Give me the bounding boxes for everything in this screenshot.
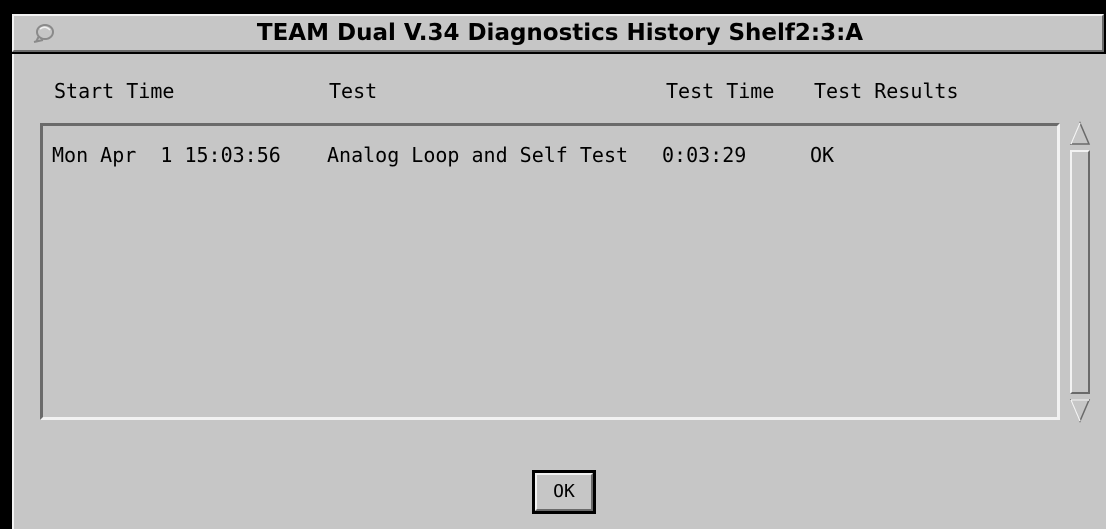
ok-button-default-frame: OK [532,470,596,514]
list-item[interactable]: Mon Apr 1 15:03:56 Analog Loop and Self … [43,142,1053,168]
column-header-test: Test [329,79,378,103]
history-list[interactable]: Mon Apr 1 15:03:56 Analog Loop and Self … [40,123,1060,420]
diagnostics-history-window: TEAM Dual V.34 Diagnostics History Shelf… [0,0,1106,529]
scrollbar-thumb[interactable] [1070,150,1090,394]
window-frame [0,0,10,529]
window-title: TEAM Dual V.34 Diagnostics History Shelf… [256,20,864,46]
column-header-test-time: Test Time [666,79,775,103]
title-bar[interactable]: TEAM Dual V.34 Diagnostics History Shelf… [12,14,1104,52]
vertical-scrollbar[interactable] [1068,120,1092,424]
row-test: Analog Loop and Self Test [327,143,629,167]
column-header-test-results: Test Results [814,79,959,103]
scroll-down-arrow-icon[interactable] [1068,396,1092,424]
row-test-time: 0:03:29 [662,143,747,167]
ok-button[interactable]: OK [535,473,593,511]
column-header-start-time: Start Time [54,79,175,103]
row-start-time: Mon Apr 1 15:03:56 [52,143,281,167]
scroll-up-arrow-icon[interactable] [1068,120,1092,148]
dialog-body: Start Time Test Test Time Test Results M… [12,54,1106,529]
row-test-results: OK [810,143,835,167]
